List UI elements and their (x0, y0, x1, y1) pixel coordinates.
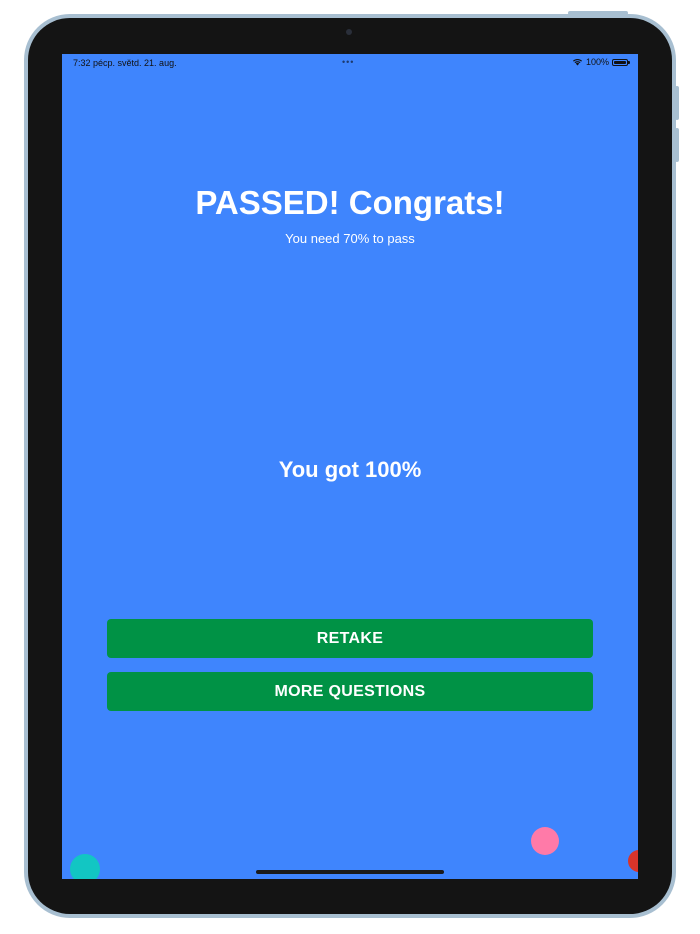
retake-button[interactable]: RETAKE (107, 619, 593, 658)
status-indicators: 100% (572, 57, 630, 67)
battery-icon (612, 58, 630, 66)
confetti-dot (70, 854, 100, 879)
home-indicator[interactable] (256, 870, 444, 874)
confetti-dot (531, 827, 559, 855)
result-title: PASSED! Congrats! (195, 184, 505, 221)
status-time-date: 7:32 pécp. světd. 21. aug. (73, 58, 177, 68)
wifi-icon (572, 58, 582, 66)
front-camera (346, 29, 352, 35)
pass-requirement: You need 70% to pass (285, 231, 415, 246)
multitasking-dots[interactable]: ••• (342, 57, 354, 67)
confetti-dot (628, 850, 638, 872)
battery-fill (614, 60, 626, 64)
battery-percentage: 100% (585, 57, 609, 67)
more-questions-button[interactable]: MORE QUESTIONS (107, 672, 593, 711)
status-bar: 7:32 pécp. světd. 21. aug. ••• 100% (62, 54, 638, 72)
score-text: You got 100% (278, 457, 422, 482)
app-screen: 7:32 pécp. světd. 21. aug. ••• 100% PASS… (62, 54, 638, 879)
